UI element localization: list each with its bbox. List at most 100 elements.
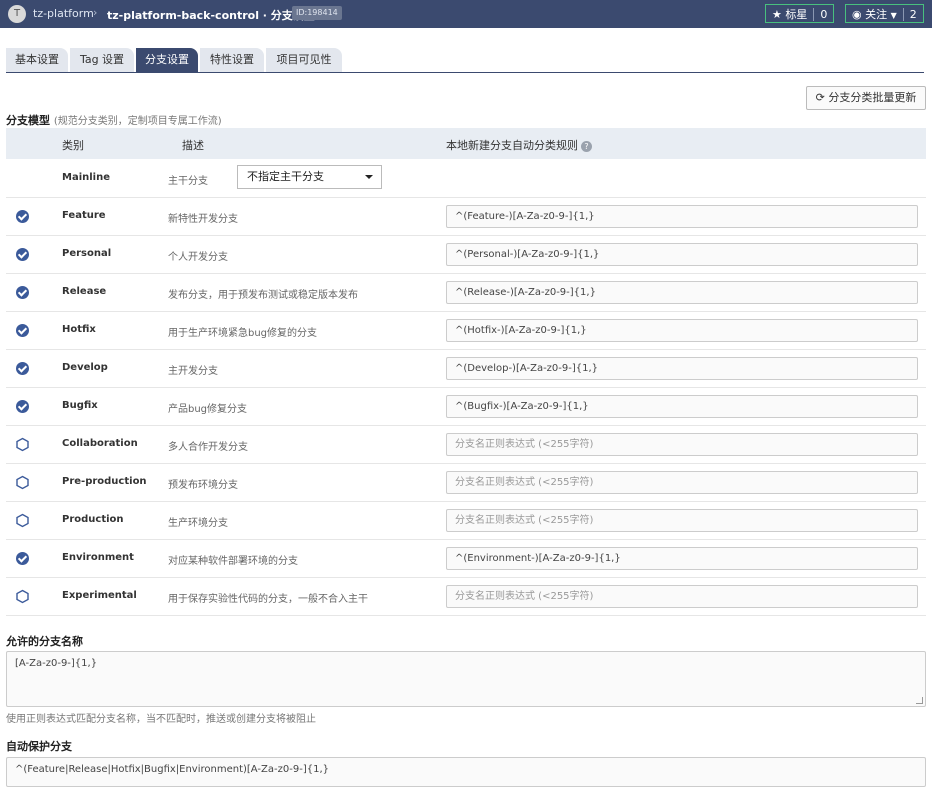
category-label: Experimental [62, 590, 137, 601]
description-mainline: 主干分支 [168, 176, 208, 187]
rule-input[interactable]: 分支名正则表达式 (<255字符) [446, 433, 918, 456]
page-title[interactable]: tz-platform-back-control · 分支设置 [107, 7, 315, 23]
table-row: Personal 个人开发分支 ^(Personal-)[A-Za-z0-9-]{1… [6, 236, 926, 274]
rule-input[interactable]: ^(Personal-)[A-Za-z0-9-]{1,} [446, 243, 918, 266]
star-button[interactable]: ★ 标星 0 [765, 4, 835, 23]
category-description: 个人开发分支 [168, 252, 228, 263]
watch-button[interactable]: ◉ 关注 ▼ 2 [845, 4, 924, 23]
rule-input[interactable]: ^(Hotfix-)[A-Za-z0-9-]{1,} [446, 319, 918, 342]
auto-protect-value: ^(Feature|Release|Hotfix|Bugfix|Environm… [15, 764, 329, 775]
table-row: Release 发布分支，用于预发布测试或稳定版本发布 ^(Release-)[A-… [6, 274, 926, 312]
category-description: 用于保存实验性代码的分支，一般不合入主干 [168, 594, 368, 605]
category-label: Release [62, 286, 107, 297]
category-description: 产品bug修复分支 [168, 404, 248, 415]
tab-visibility[interactable]: 项目可见性 [266, 48, 342, 72]
category-label: Collaboration [62, 438, 138, 449]
allowed-names-value: [A-Za-z0-9-]{1,} [15, 658, 98, 669]
table-row: Bugfix 产品bug修复分支 ^(Bugfix-)[A-Za-z0-9-]{1,… [6, 388, 926, 426]
hexagon-outline-icon[interactable] [15, 437, 30, 452]
tab-branch[interactable]: 分支设置 [136, 48, 198, 72]
resize-handle-icon[interactable] [916, 697, 923, 704]
check-circle-icon[interactable] [16, 210, 29, 223]
check-circle-icon[interactable] [16, 286, 29, 299]
category-label: Personal [62, 248, 112, 259]
project-logo-icon[interactable]: T [8, 5, 26, 23]
rule-input[interactable]: ^(Develop-)[A-Za-z0-9-]{1,} [446, 357, 918, 380]
branch-table-header: 类别 描述 本地新建分支自动分类规则? [6, 128, 926, 159]
category-description: 预发布环境分支 [168, 480, 238, 491]
project-id-badge: ID:198414 [292, 6, 342, 20]
refresh-icon: ⟳ [815, 91, 825, 104]
category-description: 生产环境分支 [168, 518, 228, 529]
category-mainline: Mainline [62, 172, 111, 183]
star-count[interactable]: 0 [813, 8, 834, 21]
top-bar: T tz-platform › tz-platform-back-control… [0, 0, 932, 28]
column-description: 描述 [182, 139, 204, 152]
category-label: Develop [62, 362, 108, 373]
tab-feature[interactable]: 特性设置 [200, 48, 264, 72]
hexagon-outline-icon[interactable] [15, 589, 30, 604]
allowed-names-textarea[interactable]: [A-Za-z0-9-]{1,} [6, 651, 926, 707]
check-circle-icon[interactable] [16, 400, 29, 413]
category-description: 主开发分支 [168, 366, 218, 377]
category-description: 新特性开发分支 [168, 214, 238, 225]
rule-input[interactable]: ^(Environment-)[A-Za-z0-9-]{1,} [446, 547, 918, 570]
check-circle-icon[interactable] [16, 362, 29, 375]
auto-protect-textarea[interactable]: ^(Feature|Release|Hotfix|Bugfix|Environm… [6, 757, 926, 787]
auto-protect-title: 自动保护分支 [6, 740, 72, 753]
column-rule-label: 本地新建分支自动分类规则 [446, 139, 578, 152]
watch-count[interactable]: 2 [902, 8, 923, 21]
category-label: Environment [62, 552, 134, 563]
rule-input[interactable]: 分支名正则表达式 (<255字符) [446, 471, 918, 494]
check-circle-icon[interactable] [16, 552, 29, 565]
category-label: Feature [62, 210, 106, 221]
table-row: Pre-production 预发布环境分支 分支名正则表达式 (<255字符) [6, 464, 926, 502]
check-circle-icon[interactable] [16, 248, 29, 261]
category-label: Bugfix [62, 400, 98, 411]
category-label: Production [62, 514, 124, 525]
star-label: 标星 [785, 8, 808, 21]
table-row: Environment 对应某种软件部署环境的分支 ^(Environment-)[… [6, 540, 926, 578]
category-description: 对应某种软件部署环境的分支 [168, 556, 298, 567]
table-row: Develop 主开发分支 ^(Develop-)[A-Za-z0-9-]{1,} [6, 350, 926, 388]
eye-icon: ◉ [852, 8, 862, 21]
branch-model-title: 分支模型 (规范分支类别，定制项目专属工作流) [6, 112, 222, 128]
tab-divider [6, 72, 924, 73]
category-description: 发布分支，用于预发布测试或稳定版本发布 [168, 290, 358, 301]
table-row: Hotfix 用于生产环境紧急bug修复的分支 ^(Hotfix-)[A-Za-z0… [6, 312, 926, 350]
branch-model-subtitle: (规范分支类别，定制项目专属工作流) [53, 116, 222, 127]
category-description: 多人合作开发分支 [168, 442, 248, 453]
column-rule: 本地新建分支自动分类规则? [446, 137, 592, 153]
branch-model-heading: 分支模型 [6, 114, 50, 127]
watch-label: 关注 [865, 8, 888, 21]
breadcrumb-group[interactable]: tz-platform [33, 7, 94, 20]
batch-update-label: 分支分类批量更新 [828, 91, 917, 104]
star-icon: ★ [772, 8, 782, 21]
rule-input[interactable]: 分支名正则表达式 (<255字符) [446, 509, 918, 532]
rule-input[interactable]: 分支名正则表达式 (<255字符) [446, 585, 918, 608]
rule-input[interactable]: ^(Feature-)[A-Za-z0-9-]{1,} [446, 205, 918, 228]
tab-basic[interactable]: 基本设置 [6, 48, 68, 72]
breadcrumb-separator-icon: › [93, 6, 98, 19]
help-icon[interactable]: ? [581, 140, 592, 152]
mainline-branch-select[interactable]: 不指定主干分支 [237, 165, 382, 189]
category-label: Hotfix [62, 324, 96, 335]
table-row-mainline: Mainline 主干分支 不指定主干分支 [6, 160, 926, 198]
category-label: Pre-production [62, 476, 147, 487]
table-row: Feature 新特性开发分支 ^(Feature-)[A-Za-z0-9-]{1,… [6, 198, 926, 236]
hexagon-outline-icon[interactable] [15, 475, 30, 490]
table-row: Experimental 用于保存实验性代码的分支，一般不合入主干 分支名正则表达式… [6, 578, 926, 616]
rule-input[interactable]: ^(Release-)[A-Za-z0-9-]{1,} [446, 281, 918, 304]
batch-update-button[interactable]: ⟳ 分支分类批量更新 [806, 86, 926, 110]
check-circle-icon[interactable] [16, 324, 29, 337]
category-description: 用于生产环境紧急bug修复的分支 [168, 328, 318, 339]
table-row: Collaboration 多人合作开发分支 分支名正则表达式 (<255字符) [6, 426, 926, 464]
hexagon-outline-icon[interactable] [15, 513, 30, 528]
rule-input[interactable]: ^(Bugfix-)[A-Za-z0-9-]{1,} [446, 395, 918, 418]
tab-tag[interactable]: Tag 设置 [70, 48, 134, 72]
chevron-down-icon: ▼ [890, 11, 897, 20]
allowed-names-help: 使用正则表达式匹配分支名称，当不匹配时，推送或创建分支将被阻止 [6, 714, 316, 725]
column-category: 类别 [62, 139, 84, 152]
allowed-names-title: 允许的分支名称 [6, 635, 83, 648]
table-row: Production 生产环境分支 分支名正则表达式 (<255字符) [6, 502, 926, 540]
